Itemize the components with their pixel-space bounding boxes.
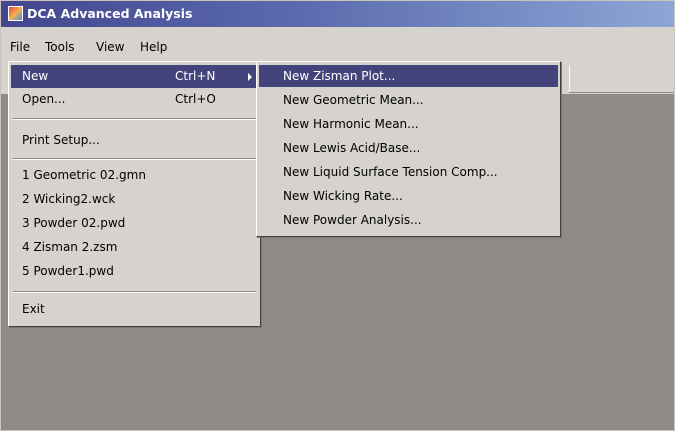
menu-item-label: Exit [22,302,45,316]
menu-item-label: Open... [22,92,66,106]
submenu-arrow-icon [248,73,252,81]
menu-item-label: 2 Wicking2.wck [22,192,116,206]
new-powder-analysis[interactable]: New Powder Analysis... [259,209,558,231]
file-menu: New Ctrl+N Open... Ctrl+O Print Setup...… [8,61,261,327]
new-liquid-surface-tension[interactable]: New Liquid Surface Tension Comp... [259,161,558,183]
menu-file[interactable]: File [10,39,30,55]
menu-help[interactable]: Help [140,39,167,55]
menu-tools[interactable]: Tools [45,39,75,55]
menu-item-label: 5 Powder1.pwd [22,264,114,278]
file-menu-recent-4[interactable]: 4 Zisman 2.zsm [11,236,258,259]
file-menu-open[interactable]: Open... Ctrl+O [11,88,258,111]
file-menu-recent-2[interactable]: 2 Wicking2.wck [11,188,258,211]
file-menu-new[interactable]: New Ctrl+N [11,65,258,88]
menu-item-label: 1 Geometric 02.gmn [22,168,146,182]
file-menu-exit[interactable]: Exit [11,298,258,321]
title-bar[interactable]: DCA Advanced Analysis [1,1,674,27]
menu-item-label: New Lewis Acid/Base... [283,141,421,155]
new-zisman-plot[interactable]: New Zisman Plot... [259,65,558,87]
new-harmonic-mean[interactable]: New Harmonic Mean... [259,113,558,135]
menu-bar: File Tools View Help [1,36,674,58]
menu-separator [13,158,256,160]
menu-view[interactable]: View [96,39,124,55]
menu-item-label: New Powder Analysis... [283,213,422,227]
menu-item-label: New Harmonic Mean... [283,117,419,131]
menu-item-shortcut: Ctrl+N [175,69,216,83]
menu-item-label: 4 Zisman 2.zsm [22,240,118,254]
new-submenu: New Zisman Plot... New Geometric Mean...… [256,61,561,237]
menu-item-label: New [22,69,49,83]
menu-item-shortcut: Ctrl+O [175,92,216,106]
menu-item-label: New Wicking Rate... [283,189,403,203]
new-geometric-mean[interactable]: New Geometric Mean... [259,89,558,111]
file-menu-recent-3[interactable]: 3 Powder 02.pwd [11,212,258,235]
file-menu-recent-5[interactable]: 5 Powder1.pwd [11,260,258,283]
menu-item-label: 3 Powder 02.pwd [22,216,126,230]
menu-item-label: New Liquid Surface Tension Comp... [283,165,498,179]
new-lewis-acid-base[interactable]: New Lewis Acid/Base... [259,137,558,159]
toolbar [569,65,674,93]
toolbar-divider [569,65,570,92]
window-title: DCA Advanced Analysis [27,6,193,21]
menu-item-label: New Geometric Mean... [283,93,424,107]
menu-separator [13,118,256,120]
menu-item-label: Print Setup... [22,133,100,147]
file-menu-print-setup[interactable]: Print Setup... [11,129,258,152]
menu-item-label: New Zisman Plot... [283,69,396,83]
new-wicking-rate[interactable]: New Wicking Rate... [259,185,558,207]
menu-separator [13,291,256,293]
app-icon[interactable] [8,6,23,21]
file-menu-recent-1[interactable]: 1 Geometric 02.gmn [11,164,258,187]
